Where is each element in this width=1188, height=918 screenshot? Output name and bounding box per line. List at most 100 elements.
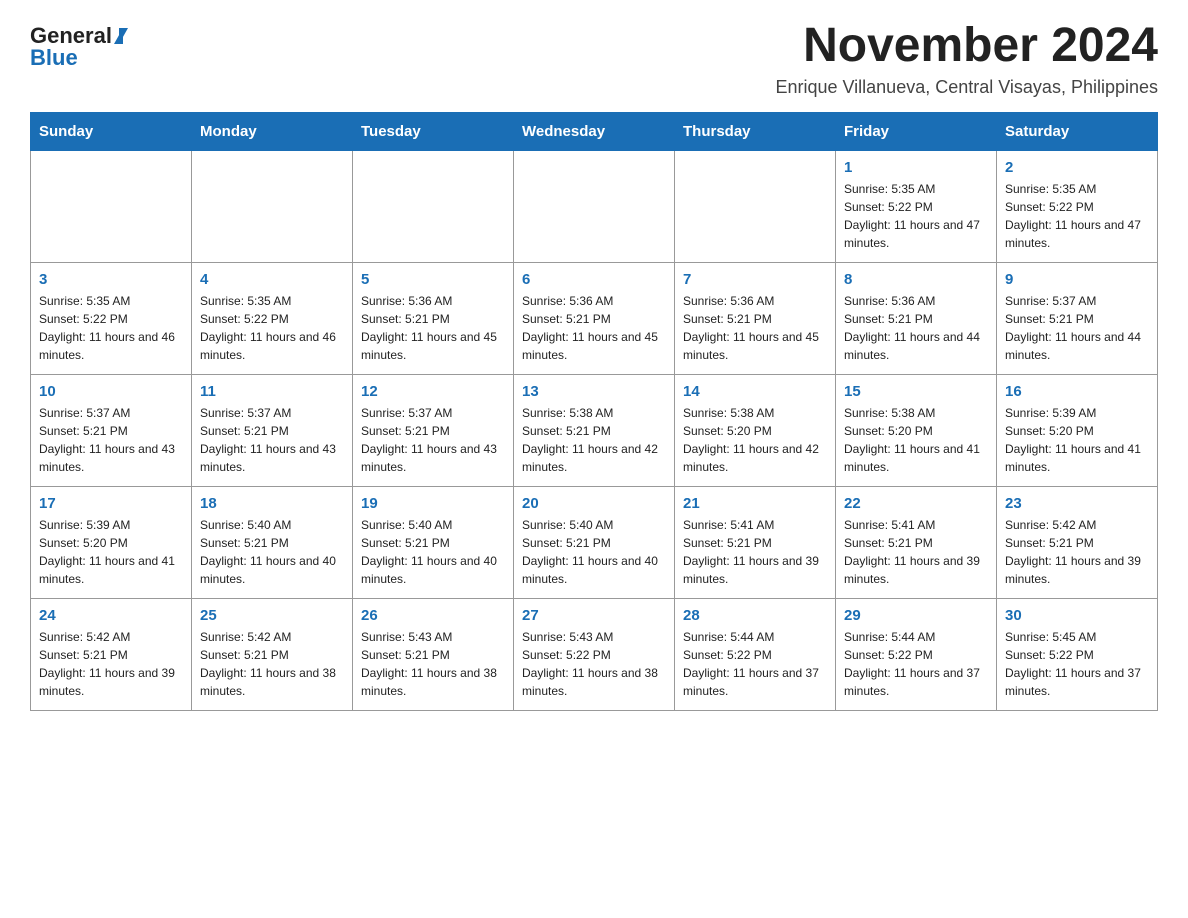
day-number: 24 [39,607,183,624]
calendar-day-cell: 8 Sunrise: 5:36 AMSunset: 5:21 PMDaylight… [836,262,997,374]
calendar-day-cell: 9Sunrise: 5:37 AMSunset: 5:21 PMDaylight… [997,262,1158,374]
day-number: 6 [522,271,666,288]
calendar-day-cell: 21 Sunrise: 5:41 AMSunset: 5:21 PMDayligh… [675,486,836,598]
day-info: Sunrise: 5:36 AMSunset: 5:21 PMDaylight:… [683,292,827,364]
day-number: 18 [200,495,344,512]
day-info: Sunrise: 5:39 AMSunset: 5:20 PMDaylight:… [1005,404,1149,476]
calendar-day-cell: 26 Sunrise: 5:43 AMSunset: 5:21 PMDayligh… [353,598,514,710]
day-info: Sunrise: 5:44 AMSunset: 5:22 PMDaylight:… [844,628,988,700]
calendar-day-cell: 13 Sunrise: 5:38 AMSunset: 5:21 PMDayligh… [514,374,675,486]
day-number: 2 [1005,159,1149,176]
calendar-week-row: 1 Sunrise: 5:35 AMSunset: 5:22 PMDaylight… [31,150,1158,262]
day-info: Sunrise: 5:35 AMSunset: 5:22 PMDaylight:… [1005,180,1149,252]
calendar-week-row: 24 Sunrise: 5:42 AMSunset: 5:21 PMDayligh… [31,598,1158,710]
calendar-day-cell: 17Sunrise: 5:39 AMSunset: 5:20 PMDayligh… [31,486,192,598]
day-info: Sunrise: 5:36 AMSunset: 5:21 PMDaylight:… [844,292,988,364]
logo-triangle2-icon [119,28,128,44]
day-number: 21 [683,495,827,512]
calendar-day-cell: 2 Sunrise: 5:35 AMSunset: 5:22 PMDaylight… [997,150,1158,262]
calendar-day-cell [192,150,353,262]
logo-general-text: General [30,25,128,47]
day-info: Sunrise: 5:37 AMSunset: 5:21 PMDaylight:… [361,404,505,476]
logo: General Blue [30,20,128,69]
subtitle: Enrique Villanueva, Central Visayas, Phi… [775,77,1158,98]
day-info: Sunrise: 5:40 AMSunset: 5:21 PMDaylight:… [200,516,344,588]
calendar-day-cell: 19 Sunrise: 5:40 AMSunset: 5:21 PMDayligh… [353,486,514,598]
day-number: 8 [844,271,988,288]
day-info: Sunrise: 5:42 AMSunset: 5:21 PMDaylight:… [39,628,183,700]
day-info: Sunrise: 5:39 AMSunset: 5:20 PMDaylight:… [39,516,183,588]
calendar-day-header: Tuesday [353,112,514,150]
day-number: 22 [844,495,988,512]
calendar-day-cell: 12 Sunrise: 5:37 AMSunset: 5:21 PMDayligh… [353,374,514,486]
day-info: Sunrise: 5:35 AMSunset: 5:22 PMDaylight:… [200,292,344,364]
day-info: Sunrise: 5:44 AMSunset: 5:22 PMDaylight:… [683,628,827,700]
day-number: 4 [200,271,344,288]
calendar-day-cell: 28 Sunrise: 5:44 AMSunset: 5:22 PMDayligh… [675,598,836,710]
calendar-table: SundayMondayTuesdayWednesdayThursdayFrid… [30,112,1158,711]
calendar-day-cell [31,150,192,262]
day-info: Sunrise: 5:35 AMSunset: 5:22 PMDaylight:… [844,180,988,252]
day-number: 7 [683,271,827,288]
month-title: November 2024 [775,20,1158,73]
day-info: Sunrise: 5:37 AMSunset: 5:21 PMDaylight:… [39,404,183,476]
day-info: Sunrise: 5:38 AMSunset: 5:20 PMDaylight:… [844,404,988,476]
calendar-day-cell [514,150,675,262]
day-info: Sunrise: 5:41 AMSunset: 5:21 PMDaylight:… [683,516,827,588]
day-info: Sunrise: 5:40 AMSunset: 5:21 PMDaylight:… [361,516,505,588]
calendar-day-cell [675,150,836,262]
day-number: 14 [683,383,827,400]
calendar-day-cell: 22 Sunrise: 5:41 AMSunset: 5:21 PMDayligh… [836,486,997,598]
calendar-day-cell: 27Sunrise: 5:43 AMSunset: 5:22 PMDayligh… [514,598,675,710]
calendar-week-row: 10 Sunrise: 5:37 AMSunset: 5:21 PMDayligh… [31,374,1158,486]
calendar-week-row: 3 Sunrise: 5:35 AMSunset: 5:22 PMDaylight… [31,262,1158,374]
day-info: Sunrise: 5:43 AMSunset: 5:21 PMDaylight:… [361,628,505,700]
day-number: 26 [361,607,505,624]
day-info: Sunrise: 5:38 AMSunset: 5:21 PMDaylight:… [522,404,666,476]
calendar-day-cell: 6Sunrise: 5:36 AMSunset: 5:21 PMDaylight… [514,262,675,374]
calendar-day-cell: 11 Sunrise: 5:37 AMSunset: 5:21 PMDayligh… [192,374,353,486]
calendar-day-cell: 23Sunrise: 5:42 AMSunset: 5:21 PMDayligh… [997,486,1158,598]
calendar-day-header: Saturday [997,112,1158,150]
day-info: Sunrise: 5:37 AMSunset: 5:21 PMDaylight:… [200,404,344,476]
day-number: 25 [200,607,344,624]
day-info: Sunrise: 5:42 AMSunset: 5:21 PMDaylight:… [200,628,344,700]
page-header: General Blue November 2024 Enrique Villa… [30,20,1158,98]
calendar-day-cell: 14Sunrise: 5:38 AMSunset: 5:20 PMDayligh… [675,374,836,486]
calendar-day-cell: 4 Sunrise: 5:35 AMSunset: 5:22 PMDaylight… [192,262,353,374]
day-number: 10 [39,383,183,400]
calendar-header-row: SundayMondayTuesdayWednesdayThursdayFrid… [31,112,1158,150]
logo-blue-text: Blue [30,47,78,69]
day-number: 28 [683,607,827,624]
day-number: 30 [1005,607,1149,624]
day-number: 13 [522,383,666,400]
calendar-day-header: Monday [192,112,353,150]
calendar-week-row: 17Sunrise: 5:39 AMSunset: 5:20 PMDayligh… [31,486,1158,598]
day-number: 23 [1005,495,1149,512]
calendar-day-cell: 29Sunrise: 5:44 AMSunset: 5:22 PMDayligh… [836,598,997,710]
calendar-day-cell: 16Sunrise: 5:39 AMSunset: 5:20 PMDayligh… [997,374,1158,486]
calendar-day-header: Thursday [675,112,836,150]
calendar-day-cell: 20Sunrise: 5:40 AMSunset: 5:21 PMDayligh… [514,486,675,598]
day-info: Sunrise: 5:41 AMSunset: 5:21 PMDaylight:… [844,516,988,588]
day-info: Sunrise: 5:35 AMSunset: 5:22 PMDaylight:… [39,292,183,364]
calendar-day-cell: 7 Sunrise: 5:36 AMSunset: 5:21 PMDaylight… [675,262,836,374]
calendar-day-cell: 25 Sunrise: 5:42 AMSunset: 5:21 PMDayligh… [192,598,353,710]
calendar-day-cell: 24 Sunrise: 5:42 AMSunset: 5:21 PMDayligh… [31,598,192,710]
calendar-day-cell: 15Sunrise: 5:38 AMSunset: 5:20 PMDayligh… [836,374,997,486]
day-number: 3 [39,271,183,288]
day-number: 5 [361,271,505,288]
calendar-day-cell: 3 Sunrise: 5:35 AMSunset: 5:22 PMDaylight… [31,262,192,374]
calendar-day-header: Wednesday [514,112,675,150]
calendar-day-header: Friday [836,112,997,150]
calendar-day-cell [353,150,514,262]
day-number: 12 [361,383,505,400]
day-number: 11 [200,383,344,400]
day-number: 9 [1005,271,1149,288]
calendar-day-cell: 30Sunrise: 5:45 AMSunset: 5:22 PMDayligh… [997,598,1158,710]
calendar-day-cell: 18 Sunrise: 5:40 AMSunset: 5:21 PMDayligh… [192,486,353,598]
day-number: 19 [361,495,505,512]
day-number: 1 [844,159,988,176]
calendar-day-header: Sunday [31,112,192,150]
day-number: 20 [522,495,666,512]
